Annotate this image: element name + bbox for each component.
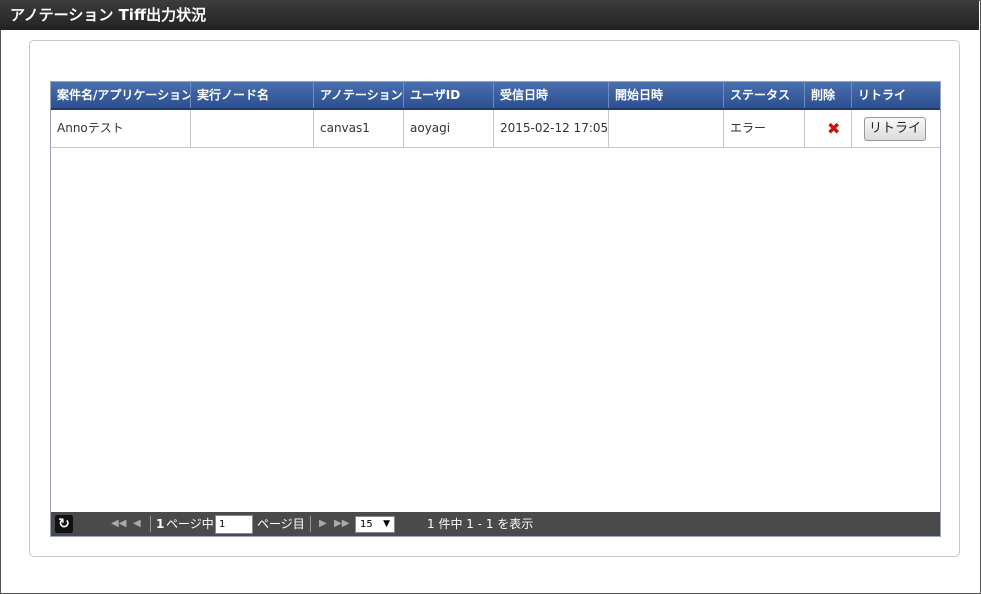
status-grid: 案件名/アプリケーション名 実行ノード名 アノテーションID ユーザID 受信日… xyxy=(50,81,941,537)
page-number-input[interactable] xyxy=(215,515,253,534)
first-page-icon[interactable]: ◀◀ xyxy=(111,512,126,536)
cell-name: Annoテスト xyxy=(51,110,191,147)
column-header-received[interactable]: 受信日時 xyxy=(494,82,609,108)
page-prefix: ページ中 xyxy=(166,517,214,531)
table-row[interactable]: Annoテスト canvas1 aoyagi 2015-02-12 17:05:… xyxy=(51,110,940,148)
cell-annotation-id: canvas1 xyxy=(314,110,404,147)
page-current: 1 xyxy=(156,517,165,531)
cell-received: 2015-02-12 17:05:12 xyxy=(494,110,609,147)
column-header-status[interactable]: ステータス xyxy=(724,82,805,108)
column-header-annotation-id[interactable]: アノテーションID xyxy=(314,82,404,108)
column-header-retry[interactable]: リトライ xyxy=(852,82,940,108)
cell-status: エラー xyxy=(724,110,805,147)
column-header-delete[interactable]: 削除 xyxy=(805,82,852,108)
cell-delete: ✖ xyxy=(805,110,852,147)
pager: ↻ ◀◀ ◀ 1 ページ中 ページ目 ▶ ▶▶ 15 ▼ 1 件中 1 - 1 … xyxy=(51,512,940,536)
cell-retry: リトライ xyxy=(852,110,940,147)
record-summary: 1 件中 1 - 1 を表示 xyxy=(427,517,534,531)
chevron-down-icon: ▼ xyxy=(383,519,390,529)
page-size-value: 15 xyxy=(360,519,373,530)
last-page-icon[interactable]: ▶▶ xyxy=(334,512,349,536)
next-page-icon[interactable]: ▶ xyxy=(319,512,327,536)
column-header-started[interactable]: 開始日時 xyxy=(609,82,724,108)
column-header-name[interactable]: 案件名/アプリケーション名 xyxy=(51,82,191,108)
separator xyxy=(150,516,151,532)
refresh-icon[interactable]: ↻ xyxy=(55,515,73,533)
grid-header: 案件名/アプリケーション名 実行ノード名 アノテーションID ユーザID 受信日… xyxy=(51,82,940,110)
separator xyxy=(310,516,311,532)
page-size-select[interactable]: 15 ▼ xyxy=(355,516,395,533)
prev-page-icon[interactable]: ◀ xyxy=(133,512,141,536)
window-title: アノテーション Tiff出力状況 xyxy=(0,0,979,30)
cell-started xyxy=(609,110,724,147)
retry-button[interactable]: リトライ xyxy=(864,117,926,141)
column-header-user-id[interactable]: ユーザID xyxy=(404,82,494,108)
cell-node xyxy=(191,110,314,147)
close-icon[interactable]: ✖ xyxy=(811,119,840,138)
page-suffix: ページ目 xyxy=(257,517,305,531)
cell-user-id: aoyagi xyxy=(404,110,494,147)
column-header-node[interactable]: 実行ノード名 xyxy=(191,82,314,108)
